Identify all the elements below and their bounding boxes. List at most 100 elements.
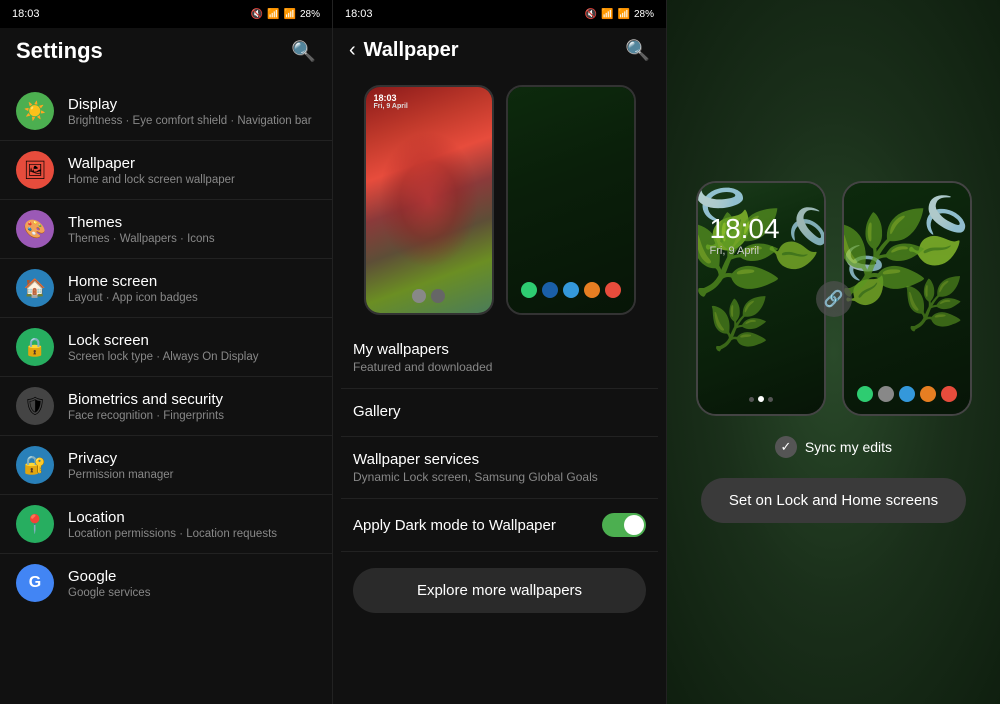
dark-mode-toggle-row: Apply Dark mode to Wallpaper <box>341 499 658 552</box>
themes-name: Themes <box>68 214 316 231</box>
themes-desc: Themes · Wallpapers · Icons <box>68 233 316 245</box>
dark-mode-switch[interactable] <box>602 513 646 537</box>
battery-text: 28% <box>300 9 320 20</box>
home-app-dot-4 <box>920 386 936 402</box>
set-wallpaper-button[interactable]: Set on Lock and Home screens <box>701 478 966 523</box>
wallpaper-icon: 🖼 <box>16 151 54 189</box>
app-dot-7 <box>605 282 621 298</box>
status-bar-2: 18:03 🔇 📶 📶 28% <box>333 0 666 28</box>
leaf-deco-5: 🍃 <box>844 238 903 314</box>
privacy-text: Privacy Permission manager <box>68 450 316 481</box>
app-dot-6 <box>584 282 600 298</box>
lock-dot-3 <box>768 397 773 402</box>
wallpaper-title: Wallpaper <box>364 39 459 62</box>
mute-icon: 🔇 <box>251 9 263 20</box>
themes-text: Themes Themes · Wallpapers · Icons <box>68 214 316 245</box>
settings-item-biometrics[interactable]: 🛡 Biometrics and security Face recogniti… <box>0 377 332 436</box>
lock-screen-preview[interactable]: 🍃 🍃 🌿 18:04 Fri, 9 April <box>696 181 826 416</box>
wallpaper-header-left: ‹ Wallpaper <box>349 39 459 62</box>
leaf-deco-4: 🍃 <box>890 184 969 278</box>
settings-item-wallpaper[interactable]: 🖼 Wallpaper Home and lock screen wallpap… <box>0 141 332 200</box>
location-text: Location Location permissions · Location… <box>68 509 316 540</box>
preview-panel: 🍃 🍃 🌿 18:04 Fri, 9 April 🔗 🍃 🍃 🌿 <box>667 0 1000 704</box>
gallery-option[interactable]: Gallery <box>341 389 658 437</box>
settings-header: Settings 🔍 <box>0 28 332 74</box>
lock-time: 18:04 <box>710 213 780 245</box>
home-app-dot-5 <box>941 386 957 402</box>
lock-bottom-indicators <box>698 396 824 402</box>
lockscreen-text: Lock screen Screen lock type · Always On… <box>68 332 316 363</box>
lock-dot-1 <box>749 397 754 402</box>
display-icon: ☀️ <box>16 92 54 130</box>
settings-search-icon[interactable]: 🔍 <box>291 39 316 64</box>
wifi-icon-2: 📶 <box>601 9 613 20</box>
leaves-wallpaper-home: 🍃 🍃 🌿 <box>844 183 970 414</box>
google-icon: G <box>16 564 54 602</box>
wifi-icon: 📶 <box>267 9 279 20</box>
home-screen-preview[interactable]: 🍃 🍃 🌿 <box>842 181 972 416</box>
settings-item-location[interactable]: 📍 Location Location permissions · Locati… <box>0 495 332 554</box>
wallpaper-text: Wallpaper Home and lock screen wallpaper <box>68 155 316 186</box>
app-dot-4 <box>542 282 558 298</box>
home-app-dot-1 <box>857 386 873 402</box>
lock-date: Fri, 9 April <box>710 245 780 257</box>
back-button[interactable]: ‹ <box>349 39 356 62</box>
lockscreen-icon: 🔒 <box>16 328 54 366</box>
settings-item-themes[interactable]: 🎨 Themes Themes · Wallpapers · Icons <box>0 200 332 259</box>
status-time-1: 18:03 <box>12 8 40 20</box>
preview-status-1: 18:03 Fri, 9 April <box>374 93 408 110</box>
preview-bottom-1 <box>366 289 492 303</box>
display-text: Display Brightness · Eye comfort shield … <box>68 96 316 127</box>
wallpaper-panel: 18:03 🔇 📶 📶 28% ‹ Wallpaper 🔍 18:03 Fri,… <box>333 0 667 704</box>
themes-icon: 🎨 <box>16 210 54 248</box>
signal-icon-2: 📶 <box>618 9 630 20</box>
settings-panel: 18:03 🔇 📶 📶 28% Settings 🔍 ☀️ Display Br… <box>0 0 333 704</box>
homescreen-name: Home screen <box>68 273 316 290</box>
location-icon: 📍 <box>16 505 54 543</box>
settings-item-lockscreen[interactable]: 🔒 Lock screen Screen lock type · Always … <box>0 318 332 377</box>
lock-dot-2 <box>758 396 764 402</box>
phone-preview-2[interactable] <box>506 85 636 315</box>
preview-phones-container: 🍃 🍃 🌿 18:04 Fri, 9 April 🔗 🍃 🍃 🌿 <box>696 181 972 416</box>
my-wallpapers-option[interactable]: My wallpapers Featured and downloaded <box>341 327 658 389</box>
settings-item-google[interactable]: G Google Google services <box>0 554 332 612</box>
biometrics-text: Biometrics and security Face recognition… <box>68 391 316 422</box>
wallpaper-name: Wallpaper <box>68 155 316 172</box>
wallpaper-services-title: Wallpaper services <box>353 451 646 468</box>
wallpaper-previews: 18:03 Fri, 9 April <box>333 73 666 327</box>
wallpaper-desc: Home and lock screen wallpaper <box>68 174 316 186</box>
settings-item-privacy[interactable]: 🔐 Privacy Permission manager <box>0 436 332 495</box>
app-dot-5 <box>563 282 579 298</box>
status-bar-1: 18:03 🔇 📶 📶 28% <box>0 0 332 28</box>
gallery-title: Gallery <box>353 403 646 420</box>
app-dot-1 <box>412 289 426 303</box>
display-name: Display <box>68 96 316 113</box>
homescreen-text: Home screen Layout · App icon badges <box>68 273 316 304</box>
wallpaper-services-desc: Dynamic Lock screen, Samsung Global Goal… <box>353 470 646 484</box>
location-name: Location <box>68 509 316 526</box>
google-desc: Google services <box>68 587 316 599</box>
wallpaper-services-option[interactable]: Wallpaper services Dynamic Lock screen, … <box>341 437 658 499</box>
wallpaper-search-icon[interactable]: 🔍 <box>625 38 650 63</box>
toggle-knob <box>624 515 644 535</box>
flower-wallpaper: 18:03 Fri, 9 April <box>366 87 492 313</box>
phone-preview-1[interactable]: 18:03 Fri, 9 April <box>364 85 494 315</box>
sync-check-icon: ✓ <box>775 436 797 458</box>
app-dot-3 <box>521 282 537 298</box>
mute-icon-2: 🔇 <box>585 9 597 20</box>
app-dot-2 <box>431 289 445 303</box>
lockscreen-desc: Screen lock type · Always On Display <box>68 351 316 363</box>
sync-row: ✓ Sync my edits <box>775 436 892 458</box>
sync-label: Sync my edits <box>805 439 892 455</box>
settings-item-homescreen[interactable]: 🏠 Home screen Layout · App icon badges <box>0 259 332 318</box>
settings-list: ☀️ Display Brightness · Eye comfort shie… <box>0 74 332 704</box>
wallpaper-header: ‹ Wallpaper 🔍 <box>333 28 666 73</box>
settings-item-display[interactable]: ☀️ Display Brightness · Eye comfort shie… <box>0 82 332 141</box>
dark-wallpaper <box>508 87 634 313</box>
my-wallpapers-desc: Featured and downloaded <box>353 360 646 374</box>
wallpaper-options-list: My wallpapers Featured and downloaded Ga… <box>333 327 666 704</box>
lock-preview-content: 18:04 Fri, 9 April <box>710 213 780 257</box>
explore-wallpapers-button[interactable]: Explore more wallpapers <box>353 568 646 613</box>
settings-title: Settings <box>16 38 103 64</box>
status-icons-2: 🔇 📶 📶 28% <box>585 9 654 20</box>
